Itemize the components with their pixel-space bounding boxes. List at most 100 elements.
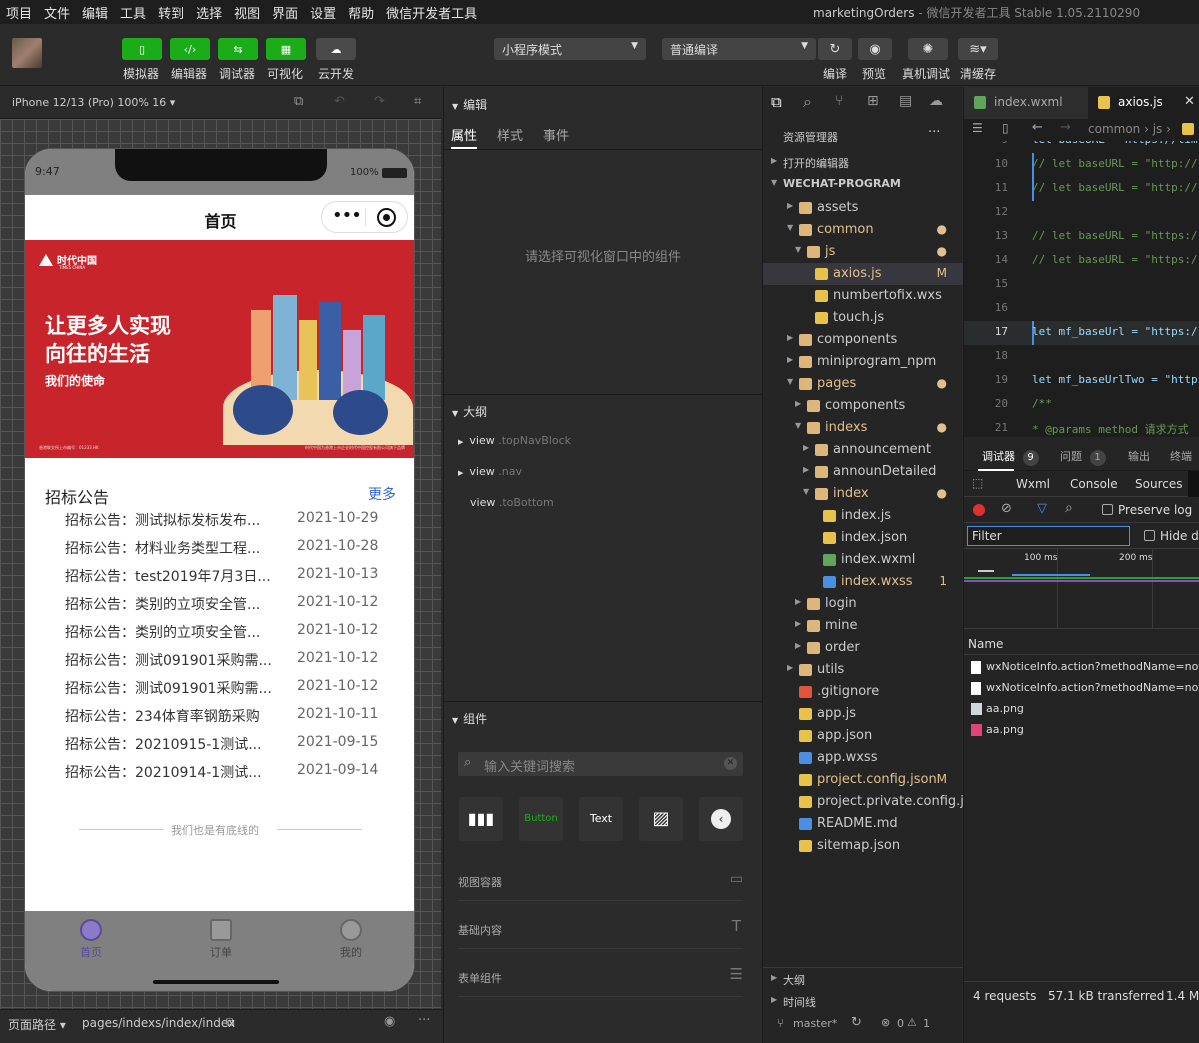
more-icon[interactable]: ··· (418, 1013, 430, 1028)
file-item[interactable]: sitemap.json (763, 835, 963, 857)
notice-item[interactable]: 招标公告：234体育率钢筋采购 2021-10-11 (65, 706, 385, 734)
more-dots-icon[interactable]: ••• (332, 205, 362, 226)
record-icon[interactable] (973, 504, 985, 516)
file-item[interactable]: app.json (763, 725, 963, 747)
open-editors-section[interactable]: ▶ 打开的编辑器 (763, 152, 963, 174)
tab-orders[interactable]: 订单 (191, 919, 251, 960)
breadcrumb[interactable]: common › js › (1088, 122, 1171, 136)
filter-input[interactable]: Filter (967, 526, 1130, 546)
component-text-tile[interactable]: Text (579, 797, 623, 841)
preview-button[interactable]: ◉ (858, 38, 892, 60)
back-icon[interactable]: ↶ (334, 94, 345, 109)
notice-item[interactable]: 招标公告：测试091901采购需... 2021-10-12 (65, 678, 385, 706)
folder-item[interactable]: ▶ order (763, 637, 963, 659)
component-nav-tile[interactable]: ‹ (699, 797, 743, 841)
notice-item[interactable]: 招标公告：测试091901采购需... 2021-10-12 (65, 650, 385, 678)
eye-icon[interactable]: ◉ (384, 1014, 395, 1029)
inspect-icon[interactable]: ⬚ (972, 476, 983, 490)
request-row[interactable]: aa.png (964, 720, 1199, 741)
components-section-header[interactable]: ▼ 组件 (444, 703, 762, 731)
subtab-sources[interactable]: Sources (1135, 477, 1182, 491)
hide-data-checkbox[interactable] (1144, 530, 1155, 541)
tab-output[interactable]: 输出 (1128, 448, 1150, 464)
file-item[interactable]: project.config.json M (763, 769, 963, 791)
more-icon[interactable]: ··· (928, 125, 940, 140)
menu-file[interactable]: 文件 (38, 3, 76, 22)
menu-wechat-devtools[interactable]: 微信开发者工具 (380, 3, 483, 22)
menu-settings[interactable]: 设置 (304, 3, 342, 22)
popout-icon[interactable]: ⧉ (294, 94, 303, 109)
bookmark-icon[interactable]: ▯ (1002, 121, 1009, 135)
category-view-container[interactable]: 视图容器 ▭ (458, 865, 743, 901)
name-column-header[interactable]: Name (968, 637, 1003, 651)
compile-button[interactable]: ↻ (818, 38, 852, 60)
cloud-button[interactable]: ☁ (316, 38, 356, 60)
copy-icon[interactable]: ⧉ (226, 1015, 235, 1030)
folder-item[interactable]: ▶ components (763, 329, 963, 351)
folder-item[interactable]: ▶ announcement (763, 439, 963, 461)
clear-cache-button[interactable]: ≋▾ (958, 38, 998, 60)
file-item[interactable]: numbertofix.wxs (763, 285, 963, 307)
tab-events[interactable]: 事件 (543, 125, 569, 144)
tab-properties[interactable]: 属性 (451, 125, 477, 144)
compile-select[interactable]: 普通编译 ▼ (662, 38, 816, 60)
editor-tab-wxml[interactable]: index.wxml (964, 87, 1088, 119)
menu-select[interactable]: 选择 (190, 3, 228, 22)
tab-terminal[interactable]: 终端 (1170, 448, 1192, 464)
menu-project[interactable]: 项目 (0, 3, 38, 22)
subtab-network[interactable] (1188, 471, 1199, 497)
notice-item[interactable]: 招标公告：类别的立项安全管... 2021-10-12 (65, 622, 385, 650)
cloud-icon[interactable]: ☁ (929, 93, 943, 109)
file-item[interactable]: .gitignore (763, 681, 963, 703)
file-item[interactable]: index.wxml (763, 549, 963, 571)
outline-section-header[interactable]: ▼ 大纲 (444, 396, 762, 424)
request-row[interactable]: wxNoticeInfo.action?methodName=noti (964, 657, 1199, 678)
search-icon[interactable]: ⌕ (803, 92, 812, 112)
folder-item[interactable]: ▼ indexs ● (763, 417, 963, 439)
back-arrow-icon[interactable]: ← (1032, 120, 1043, 135)
extensions-icon[interactable]: ⊞ (867, 93, 879, 109)
category-basic-content[interactable]: 基础内容 T (458, 913, 743, 949)
tab-home[interactable]: 首页 (61, 919, 121, 960)
device-select[interactable]: iPhone 12/13 (Pro) 100% 16 ▾ (12, 96, 175, 109)
folder-item[interactable]: ▶ components (763, 395, 963, 417)
storage-icon[interactable]: ▤ (899, 93, 912, 109)
timeline-section[interactable]: ▶ 时间线 (763, 991, 963, 1013)
folder-item[interactable]: ▶ login (763, 593, 963, 615)
notice-item[interactable]: 招标公告：材料业务类型工程... 2021-10-28 (65, 538, 385, 566)
project-root[interactable]: ▼ WECHAT-PROGRAM (763, 174, 963, 196)
component-search-box[interactable]: ⌕ 输入关键词搜索 ✕ (458, 752, 743, 776)
menu-goto[interactable]: 转到 (152, 3, 190, 22)
preserve-log-checkbox[interactable] (1102, 504, 1113, 515)
file-item[interactable]: app.js (763, 703, 963, 725)
forward-arrow-icon[interactable]: → (1060, 120, 1071, 135)
menu-interface[interactable]: 界面 (266, 3, 304, 22)
outline-item[interactable]: view .toBottom (470, 496, 554, 509)
warnings-count[interactable]: 1 (923, 1017, 930, 1030)
folder-item[interactable]: ▶ assets (763, 197, 963, 219)
file-item[interactable]: app.wxss (763, 747, 963, 769)
outline-item[interactable]: ▶ view .topNavBlock (458, 434, 571, 447)
source-control-icon[interactable]: ⑂ (835, 93, 843, 109)
notice-item[interactable]: 招标公告：类别的立项安全管... 2021-10-12 (65, 594, 385, 622)
close-icon[interactable]: ✕ (1184, 94, 1195, 109)
folder-item[interactable]: ▼ common ● (763, 219, 963, 241)
edit-section-header[interactable]: ▼ 编辑 (444, 89, 762, 117)
file-item[interactable]: touch.js (763, 307, 963, 329)
folder-item[interactable]: ▶ mine (763, 615, 963, 637)
close-miniprogram-icon[interactable] (377, 208, 396, 227)
menu-view[interactable]: 视图 (228, 3, 266, 22)
search-icon[interactable]: ⌕ (1065, 500, 1073, 516)
folder-item[interactable]: ▶ miniprogram_npm (763, 351, 963, 373)
file-item[interactable]: index.json (763, 527, 963, 549)
component-button-tile[interactable]: Button (519, 797, 563, 841)
notice-item[interactable]: 招标公告：20210914-1测试... 2021-09-14 (65, 762, 385, 790)
file-item[interactable]: README.md (763, 813, 963, 835)
fullscreen-icon[interactable]: ⌗ (414, 94, 421, 109)
timeline-overview[interactable]: 100 ms 200 ms (964, 549, 1199, 629)
file-item[interactable]: index.wxss 1 (763, 571, 963, 593)
menu-edit[interactable]: 编辑 (76, 3, 114, 22)
more-link[interactable]: 更多 (368, 484, 396, 504)
list-icon[interactable]: ☰ (972, 121, 983, 135)
category-form[interactable]: 表单组件 ☰ (458, 961, 743, 997)
